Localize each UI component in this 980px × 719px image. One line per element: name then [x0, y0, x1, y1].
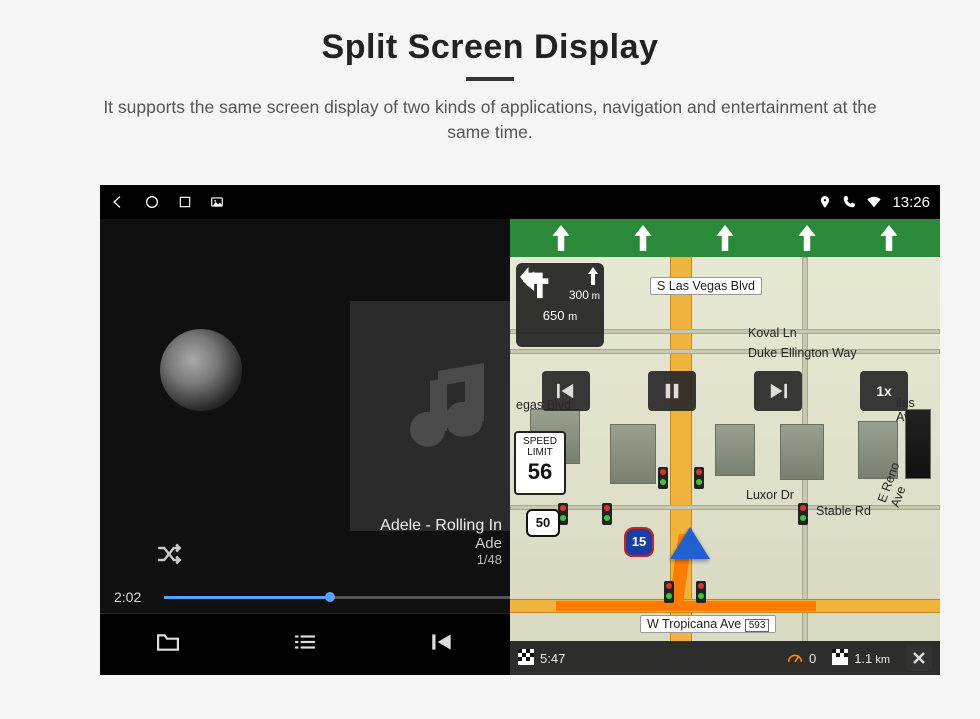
progress-thumb[interactable]	[325, 592, 335, 602]
music-controls	[100, 613, 510, 675]
page-subtitle: It supports the same screen display of t…	[80, 95, 900, 144]
traffic-light-icon	[658, 467, 668, 489]
lane-arrow-icon	[632, 225, 654, 251]
traffic-light-icon	[602, 503, 612, 525]
album-reflection-icon	[160, 329, 242, 411]
street-label: Stable Rd	[810, 503, 877, 519]
turn-left-icon	[520, 267, 554, 304]
music-player-pane: Adele - Rolling In Ade 1/48 2:02	[100, 219, 510, 675]
music-note-icon	[385, 356, 505, 476]
speed-limit-sign: SPEED LIMIT 56	[514, 431, 566, 495]
street-name: W Tropicana Ave	[647, 617, 741, 631]
us-route-sign: 50	[526, 509, 560, 537]
wifi-icon	[866, 195, 882, 209]
interstate-sign: 15	[624, 527, 654, 557]
album-art-placeholder	[350, 301, 510, 531]
straight-arrow-icon	[586, 267, 600, 288]
current-position-icon	[670, 527, 710, 559]
traffic-light-icon	[798, 503, 808, 525]
traffic-light-icon	[694, 467, 704, 489]
previous-track-button[interactable]	[412, 631, 472, 658]
lane-guidance-bar	[510, 219, 940, 257]
close-button[interactable]	[906, 645, 932, 671]
street-label: Luxor Dr	[740, 487, 800, 503]
traffic-light-icon	[696, 581, 706, 603]
turn-instruction: 300 m 650 m	[516, 263, 604, 347]
map-building	[610, 424, 656, 484]
turn-primary-dist: 650	[543, 308, 565, 323]
status-bar: 13:26	[100, 185, 940, 219]
street-label: Koval Ln	[742, 325, 803, 341]
shuffle-icon[interactable]	[154, 542, 184, 571]
progress-bar[interactable]	[164, 596, 510, 599]
marketing-header: Split Screen Display It supports the sam…	[0, 0, 980, 144]
gauge-icon	[787, 650, 803, 667]
clock-label: 13:26	[892, 194, 930, 211]
flag-icon	[832, 649, 848, 668]
picture-icon[interactable]	[210, 195, 224, 209]
traffic-light-icon	[664, 581, 674, 603]
recents-icon[interactable]	[178, 195, 192, 209]
nav-footer: 5:47 0 1.1 km	[510, 641, 940, 675]
eta-label: 5:47	[540, 651, 565, 666]
distance-label: 1.1	[854, 651, 872, 666]
progress-row: 2:02	[114, 589, 510, 605]
track-artist: Ade	[380, 535, 502, 552]
track-title: Adele - Rolling In	[380, 517, 502, 535]
device-frame: 13:26	[100, 185, 940, 675]
map-prev-button[interactable]	[542, 371, 590, 411]
road-thin	[510, 349, 940, 354]
street-label: S Las Vegas Blvd	[650, 277, 762, 295]
lane-arrow-icon	[796, 225, 818, 251]
elapsed-time: 2:02	[114, 589, 154, 605]
map-building	[715, 424, 755, 476]
street-label-bottom: W Tropicana Ave 593	[640, 615, 776, 633]
back-icon[interactable]	[110, 194, 126, 210]
phone-icon	[842, 195, 856, 209]
home-icon[interactable]	[144, 194, 160, 210]
speed-limit-label: LIMIT	[516, 447, 564, 458]
map-building	[780, 424, 824, 480]
map-playback-controls: 1x	[542, 371, 908, 411]
lane-arrow-icon	[550, 225, 572, 251]
folder-button[interactable]	[138, 631, 198, 658]
split-screen-container: Adele - Rolling In Ade 1/48 2:02	[100, 219, 940, 675]
navigation-pane[interactable]: S Las Vegas Blvd Koval Ln Duke Ellington…	[510, 219, 940, 675]
speed-limit-label: SPEED	[516, 436, 564, 447]
location-icon	[818, 195, 832, 209]
street-number: 593	[745, 619, 770, 632]
map-next-button[interactable]	[754, 371, 802, 411]
map-pause-button[interactable]	[648, 371, 696, 411]
route-line	[556, 601, 816, 611]
speed-label: 0	[809, 651, 816, 666]
progress-fill	[164, 596, 330, 599]
track-metadata: Adele - Rolling In Ade 1/48	[380, 517, 502, 567]
page-title: Split Screen Display	[0, 28, 980, 67]
turn-secondary-dist: 300	[569, 288, 589, 302]
street-label: Duke Ellington Way	[742, 345, 863, 361]
title-divider	[466, 77, 514, 81]
playlist-button[interactable]	[275, 631, 335, 658]
speed-limit-value: 56	[516, 460, 564, 484]
lane-arrow-icon	[714, 225, 736, 251]
lane-arrow-icon	[878, 225, 900, 251]
map-speed-button[interactable]: 1x	[860, 371, 908, 411]
track-index: 1/48	[380, 552, 502, 567]
flag-icon	[518, 649, 534, 668]
